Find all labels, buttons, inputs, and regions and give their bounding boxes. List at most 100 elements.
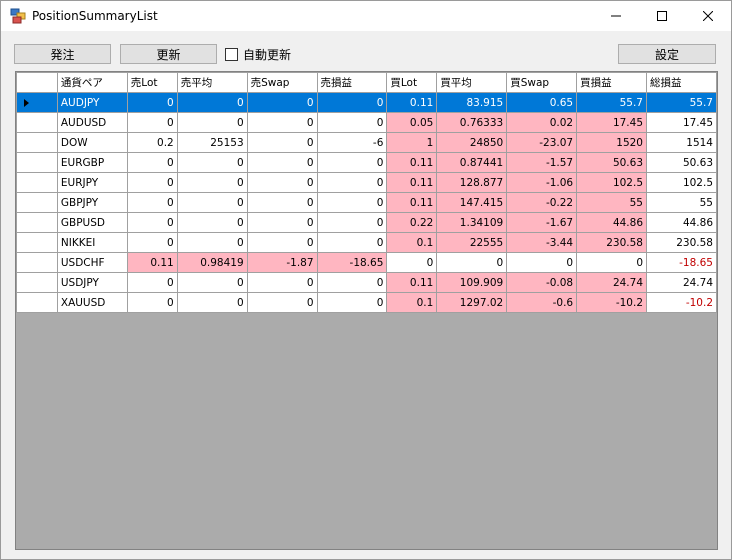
value-cell[interactable]: 0.2 xyxy=(126,132,178,153)
value-cell[interactable]: 0 xyxy=(316,192,388,213)
table-row[interactable]: GBPUSD 0 0 0 0 0.22 1.34109 -1.67 44.86 44.86 xyxy=(16,212,717,233)
value-cell[interactable]: 0 xyxy=(316,292,388,313)
table-row[interactable]: XAUUSD 0 0 0 0 0.1 1297.02 -0.6 -10.2 -10.2 xyxy=(16,292,717,313)
table-row[interactable]: AUDUSD 0 0 0 0 0.05 0.76333 0.02 17.45 17.45 xyxy=(16,112,717,133)
value-cell[interactable]: -10.2 xyxy=(646,292,717,313)
value-cell[interactable]: -0.6 xyxy=(506,292,578,313)
column-header[interactable]: 買Lot xyxy=(386,72,438,93)
value-cell[interactable]: 1 xyxy=(386,132,438,153)
value-cell[interactable]: 24.74 xyxy=(646,272,717,293)
row-header[interactable] xyxy=(16,252,58,273)
symbol-cell[interactable]: EURGBP xyxy=(56,152,128,173)
column-header[interactable]: 総損益 xyxy=(646,72,717,93)
value-cell[interactable]: 0.11 xyxy=(126,252,178,273)
value-cell[interactable]: 0 xyxy=(176,272,248,293)
value-cell[interactable]: -1.06 xyxy=(506,172,578,193)
value-cell[interactable]: 17.45 xyxy=(576,112,647,133)
symbol-cell[interactable]: XAUUSD xyxy=(56,292,128,313)
column-header[interactable]: 買Swap xyxy=(506,72,578,93)
value-cell[interactable]: 0.22 xyxy=(386,212,438,233)
column-header[interactable]: 売Swap xyxy=(246,72,318,93)
value-cell[interactable]: 44.86 xyxy=(576,212,647,233)
value-cell[interactable]: 55 xyxy=(576,192,647,213)
value-cell[interactable]: 55 xyxy=(646,192,717,213)
value-cell[interactable]: -18.65 xyxy=(646,252,717,273)
symbol-cell[interactable]: GBPJPY xyxy=(56,192,128,213)
value-cell[interactable]: 0.65 xyxy=(506,92,578,113)
table-row[interactable]: AUDJPY 0 0 0 0 0.11 83.915 0.65 55.7 55.7 xyxy=(16,92,717,113)
value-cell[interactable]: 0 xyxy=(126,152,178,173)
maximize-button[interactable] xyxy=(639,1,685,31)
value-cell[interactable]: 0 xyxy=(126,292,178,313)
value-cell[interactable]: 0 xyxy=(436,252,508,273)
value-cell[interactable]: 102.5 xyxy=(646,172,717,193)
value-cell[interactable]: 17.45 xyxy=(646,112,717,133)
value-cell[interactable]: 0 xyxy=(126,112,178,133)
value-cell[interactable]: 0 xyxy=(316,92,388,113)
order-button[interactable]: 発注 xyxy=(14,44,111,64)
row-header[interactable] xyxy=(16,92,58,113)
table-row[interactable]: GBPJPY 0 0 0 0 0.11 147.415 -0.22 55 55 xyxy=(16,192,717,213)
value-cell[interactable]: 147.415 xyxy=(436,192,508,213)
column-header[interactable]: 買損益 xyxy=(576,72,647,93)
checkbox-box[interactable] xyxy=(225,48,238,61)
value-cell[interactable]: 50.63 xyxy=(646,152,717,173)
row-header[interactable] xyxy=(16,152,58,173)
value-cell[interactable]: 0.11 xyxy=(386,92,438,113)
table-row[interactable]: NIKKEI 0 0 0 0 0.1 22555 -3.44 230.58 230.58 xyxy=(16,232,717,253)
value-cell[interactable]: -1.67 xyxy=(506,212,578,233)
value-cell[interactable]: -3.44 xyxy=(506,232,578,253)
value-cell[interactable]: 0 xyxy=(176,192,248,213)
value-cell[interactable]: 55.7 xyxy=(576,92,647,113)
value-cell[interactable]: 25153 xyxy=(176,132,248,153)
value-cell[interactable]: 0 xyxy=(246,272,318,293)
value-cell[interactable]: 0.1 xyxy=(386,292,438,313)
table-row[interactable]: EURGBP 0 0 0 0 0.11 0.87441 -1.57 50.63 50.63 xyxy=(16,152,717,173)
value-cell[interactable]: 0 xyxy=(176,212,248,233)
value-cell[interactable]: 0 xyxy=(316,212,388,233)
symbol-cell[interactable]: DOW xyxy=(56,132,128,153)
value-cell[interactable]: 102.5 xyxy=(576,172,647,193)
row-header[interactable] xyxy=(16,192,58,213)
value-cell[interactable]: 1.34109 xyxy=(436,212,508,233)
value-cell[interactable]: 0 xyxy=(246,192,318,213)
value-cell[interactable]: 0.11 xyxy=(386,172,438,193)
value-cell[interactable]: 0 xyxy=(316,232,388,253)
row-header[interactable] xyxy=(16,232,58,253)
value-cell[interactable]: -18.65 xyxy=(316,252,388,273)
value-cell[interactable]: 0 xyxy=(246,212,318,233)
table-row[interactable]: EURJPY 0 0 0 0 0.11 128.877 -1.06 102.5 102.5 xyxy=(16,172,717,193)
minimize-button[interactable] xyxy=(593,1,639,31)
value-cell[interactable]: 230.58 xyxy=(646,232,717,253)
value-cell[interactable]: 1520 xyxy=(576,132,647,153)
row-header[interactable] xyxy=(16,272,58,293)
value-cell[interactable]: 0 xyxy=(246,132,318,153)
symbol-cell[interactable]: AUDJPY xyxy=(56,92,128,113)
row-header[interactable] xyxy=(16,292,58,313)
value-cell[interactable]: 0 xyxy=(126,212,178,233)
value-cell[interactable]: 0 xyxy=(176,232,248,253)
value-cell[interactable]: 22555 xyxy=(436,232,508,253)
row-header[interactable] xyxy=(16,212,58,233)
value-cell[interactable]: 0.11 xyxy=(386,272,438,293)
column-header[interactable]: 売Lot xyxy=(126,72,178,93)
value-cell[interactable]: -6 xyxy=(316,132,388,153)
value-cell[interactable]: 24850 xyxy=(436,132,508,153)
value-cell[interactable]: 0.87441 xyxy=(436,152,508,173)
value-cell[interactable]: 0.98419 xyxy=(176,252,248,273)
value-cell[interactable]: 0 xyxy=(126,232,178,253)
table-row[interactable]: DOW 0.2 25153 0 -6 1 24850 -23.07 1520 1514 xyxy=(16,132,717,153)
value-cell[interactable]: 0 xyxy=(316,112,388,133)
value-cell[interactable]: 0 xyxy=(246,232,318,253)
value-cell[interactable]: 0 xyxy=(246,112,318,133)
value-cell[interactable]: 0.05 xyxy=(386,112,438,133)
value-cell[interactable]: 0 xyxy=(316,272,388,293)
settings-button[interactable]: 設定 xyxy=(618,44,716,64)
value-cell[interactable]: 0.11 xyxy=(386,152,438,173)
value-cell[interactable]: 0 xyxy=(246,92,318,113)
value-cell[interactable]: 0 xyxy=(316,172,388,193)
value-cell[interactable]: 0 xyxy=(176,92,248,113)
value-cell[interactable]: 24.74 xyxy=(576,272,647,293)
value-cell[interactable]: 0.11 xyxy=(386,192,438,213)
value-cell[interactable]: 0.76333 xyxy=(436,112,508,133)
